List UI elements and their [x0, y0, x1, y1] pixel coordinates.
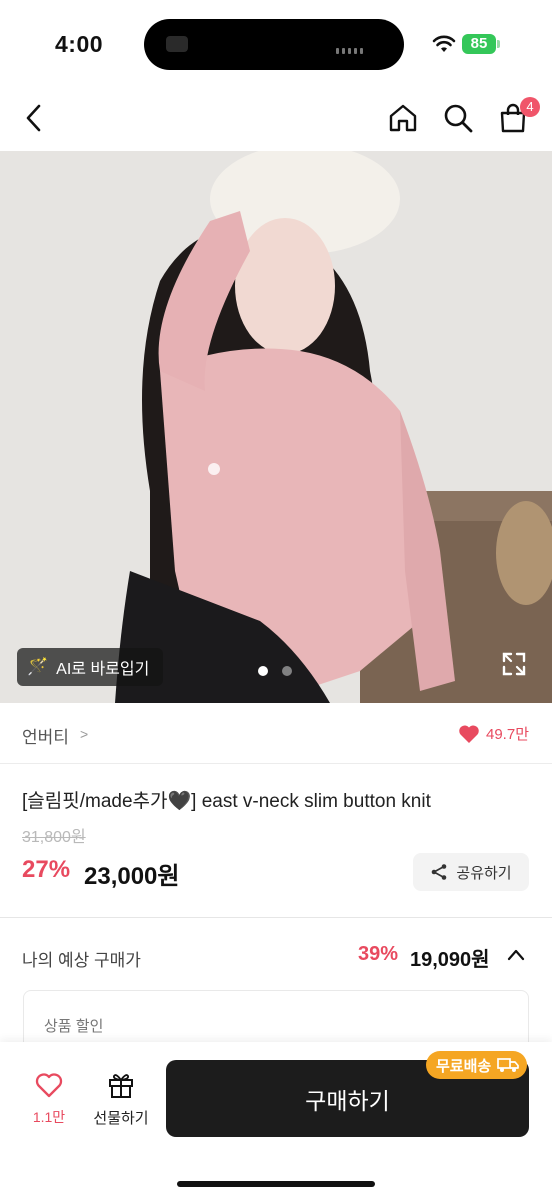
battery-tip [497, 40, 500, 48]
gift-icon [109, 1074, 133, 1098]
chevron-up-icon[interactable] [506, 946, 526, 964]
top-nav-bar [0, 88, 552, 150]
chevron-right-icon: > [80, 726, 89, 742]
heart-filled-icon [459, 724, 479, 743]
share-button[interactable]: 공유하기 [413, 853, 529, 891]
expand-icon[interactable] [500, 650, 528, 678]
sale-price: 23,000원 [84, 863, 180, 890]
free-shipping-label: 무료배송 [436, 1057, 492, 1075]
ai-try-on-button[interactable]: 🪄 AI로 바로입기 [17, 648, 164, 686]
home-button[interactable] [383, 98, 423, 138]
wishlist-count: 1.1만 [32, 1109, 66, 1125]
back-button[interactable] [14, 98, 54, 138]
divider [0, 763, 552, 764]
discount-rate: 27% [22, 856, 71, 883]
camera-indicator-icon [166, 36, 188, 52]
share-icon [432, 864, 447, 880]
home-indicator [177, 1181, 375, 1187]
brand-like-count[interactable]: 49.7만 [458, 723, 529, 744]
product-photo [0, 151, 552, 703]
chevron-left-icon [26, 104, 41, 132]
dynamic-island [144, 19, 404, 70]
gift-button[interactable]: 선물하기 [88, 1072, 154, 1132]
wishlist-button[interactable]: 1.1만 [26, 1072, 72, 1132]
heart-outline-icon [35, 1073, 63, 1098]
expected-discount-rate: 39% [358, 943, 399, 965]
expected-price-value: 19,090원 [410, 949, 490, 971]
home-icon [389, 104, 417, 132]
search-button[interactable] [438, 98, 478, 138]
pagination-dot[interactable] [282, 666, 292, 676]
magic-wand-icon: 🪄 [27, 657, 49, 676]
cart-count-badge: 4 [520, 97, 540, 117]
status-time: 4:00 [55, 31, 104, 57]
original-price: 31,800원 [22, 829, 86, 846]
pagination-dot-active[interactable] [258, 666, 268, 676]
wifi-icon [432, 35, 456, 52]
brand-row[interactable]: 언버티 > 49.7만 [0, 703, 552, 763]
search-icon [444, 104, 473, 133]
truck-icon [497, 1058, 520, 1072]
audio-indicator-icon [336, 41, 376, 54]
expected-price-label: 나의 예상 구매가 [22, 951, 141, 970]
expected-price-row[interactable]: 나의 예상 구매가 39% 19,090원 [0, 918, 552, 990]
gift-label: 선물하기 [93, 1110, 149, 1127]
status-bar: 4:00 85 [0, 0, 552, 88]
product-image[interactable] [0, 151, 552, 703]
bottom-action-bar: 1.1만 선물하기 구매하기 무료배송 [0, 1042, 552, 1200]
product-discount-label: 상품 할인 [44, 1018, 104, 1035]
free-shipping-badge: 무료배송 [426, 1051, 528, 1079]
product-title: [슬림핏/made추가🖤] east v-neck slim button kn… [22, 791, 431, 812]
share-label: 공유하기 [456, 864, 512, 882]
ai-try-on-label: AI로 바로입기 [56, 661, 150, 678]
brand-name[interactable]: 언버티 [22, 723, 69, 748]
image-pagination [258, 666, 292, 676]
battery-indicator: 85 [462, 34, 496, 54]
like-count-label: 49.7만 [486, 726, 529, 743]
